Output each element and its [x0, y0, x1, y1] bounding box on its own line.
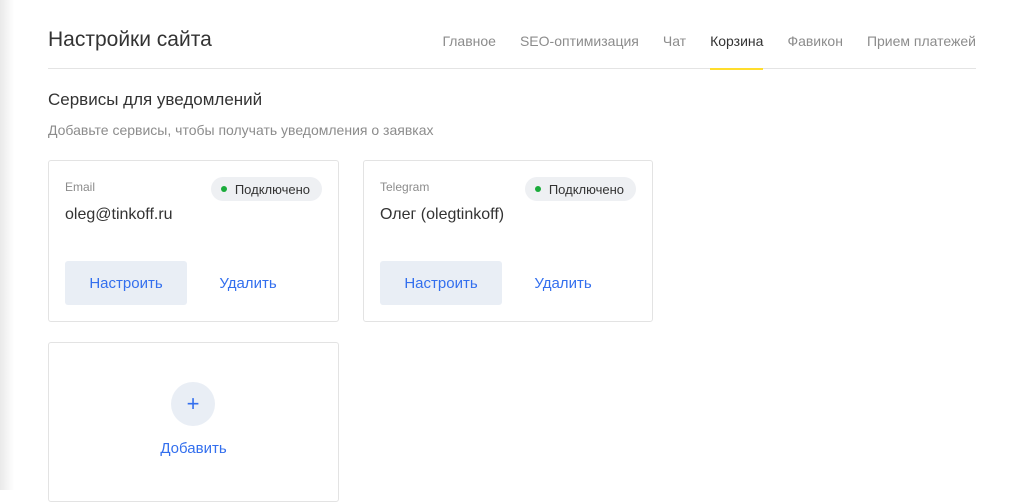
delete-button[interactable]: Удалить: [502, 261, 624, 305]
add-service-card[interactable]: + Добавить: [48, 342, 339, 502]
configure-button[interactable]: Настроить: [380, 261, 502, 305]
add-service-label[interactable]: Добавить: [49, 440, 338, 457]
settings-header: Настройки сайта Главное SEO-оптимизация …: [48, 0, 976, 70]
status-text: Подключено: [548, 181, 624, 197]
service-card-telegram: Telegram Подключено Олег (olegtinkoff) Н…: [363, 160, 653, 322]
delete-button[interactable]: Удалить: [187, 261, 309, 305]
status-text: Подключено: [234, 181, 310, 197]
tab-favicon[interactable]: Фавикон: [787, 0, 843, 69]
tab-main[interactable]: Главное: [442, 0, 496, 69]
tab-cart[interactable]: Корзина: [710, 0, 764, 70]
status-badge: Подключено: [524, 177, 636, 201]
status-dot-icon: [220, 186, 227, 192]
status-dot-icon: [534, 186, 541, 192]
plus-icon[interactable]: +: [171, 382, 215, 426]
section-subtitle: Добавьте сервисы, чтобы получать уведомл…: [48, 122, 434, 138]
service-type-label: Telegram: [380, 180, 430, 194]
configure-button[interactable]: Настроить: [65, 261, 187, 305]
settings-tabs: Главное SEO-оптимизация Чат Корзина Фави…: [418, 0, 976, 70]
tab-payments[interactable]: Прием платежей: [867, 0, 976, 69]
left-panel-edge: [0, 0, 14, 490]
service-type-label: Email: [65, 180, 96, 194]
page-title: Настройки сайта: [48, 28, 212, 51]
tab-chat[interactable]: Чат: [663, 0, 686, 69]
section-title: Сервисы для уведомлений: [48, 90, 263, 109]
service-account-value: oleg@tinkoff.ru: [65, 206, 173, 223]
status-badge: Подключено: [210, 177, 322, 201]
service-card-email: Email Подключено oleg@tinkoff.ru Настрои…: [48, 160, 339, 322]
tab-seo[interactable]: SEO-оптимизация: [520, 0, 639, 69]
service-account-value: Олег (olegtinkoff): [380, 206, 505, 223]
